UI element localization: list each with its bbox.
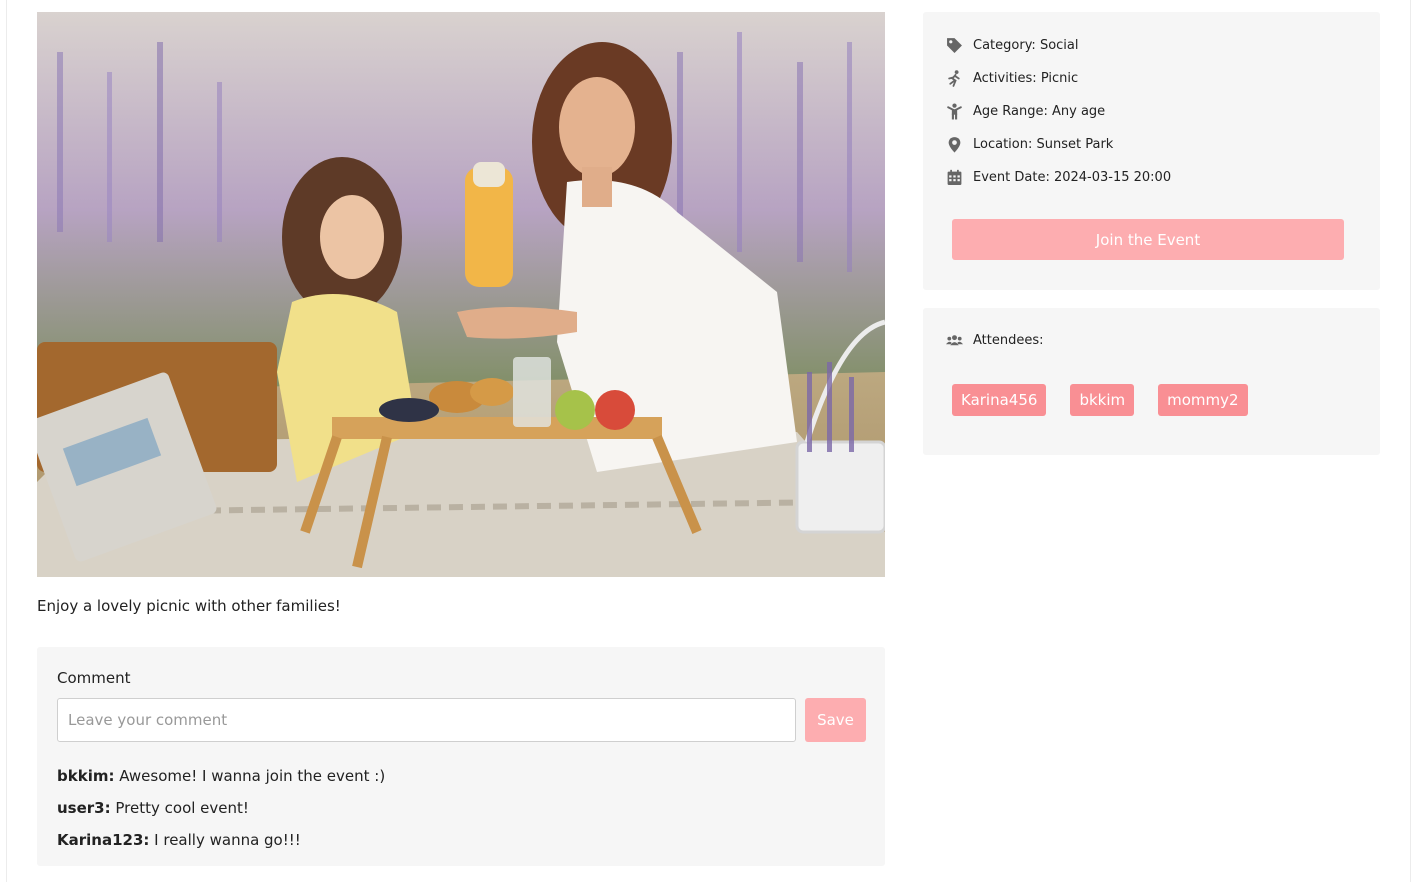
- comment-user: Karina123:: [57, 831, 150, 849]
- attendees-card: Attendees: Karina456 bkkim mommy2: [923, 308, 1380, 455]
- comment-section: Comment Save bkkim: Awesome! I wanna joi…: [37, 647, 885, 866]
- location-text: Location: Sunset Park: [973, 136, 1114, 152]
- comment-item: bkkim: Awesome! I wanna join the event :…: [57, 765, 385, 797]
- info-event-date: Event Date: 2024-03-15 20:00: [946, 167, 1171, 187]
- event-image: [37, 12, 885, 577]
- category-text: Category: Social: [973, 37, 1079, 53]
- comment-user: bkkim:: [57, 767, 115, 785]
- event-info-card: Category: Social Activities: Picnic Age …: [923, 12, 1380, 290]
- comment-text: Awesome! I wanna join the event :): [114, 767, 386, 785]
- info-location: Location: Sunset Park: [946, 134, 1113, 154]
- info-activities: Activities: Picnic: [946, 68, 1078, 88]
- save-button[interactable]: Save: [805, 698, 866, 742]
- tag-icon: [946, 37, 963, 54]
- event-date-text: Event Date: 2024-03-15 20:00: [973, 169, 1172, 185]
- users-icon: [946, 332, 963, 349]
- age-range-text: Age Range: Any age: [973, 103, 1106, 119]
- info-age-range: Age Range: Any age: [946, 101, 1105, 121]
- comment-user: user3:: [57, 799, 111, 817]
- comment-text: Pretty cool event!: [110, 799, 249, 817]
- info-category: Category: Social: [946, 35, 1079, 55]
- activities-text: Activities: Picnic: [973, 70, 1079, 86]
- comment-item: Karina123: I really wanna go!!!: [57, 829, 385, 861]
- join-event-button[interactable]: Join the Event: [952, 219, 1344, 260]
- attendee-tag[interactable]: Karina456: [952, 384, 1047, 416]
- comment-list: bkkim: Awesome! I wanna join the event :…: [57, 765, 385, 861]
- attendees-header: Attendees:: [946, 332, 1044, 349]
- attendee-tag[interactable]: mommy2: [1158, 384, 1248, 416]
- attendee-list: Karina456 bkkim mommy2: [952, 384, 1248, 416]
- map-pin-icon: [946, 136, 963, 153]
- attendees-title: Attendees:: [973, 333, 1044, 348]
- calendar-icon: [946, 169, 963, 186]
- comment-input[interactable]: [57, 698, 796, 742]
- comment-item: user3: Pretty cool event!: [57, 797, 385, 829]
- child-icon: [946, 103, 963, 120]
- comment-text: I really wanna go!!!: [149, 831, 301, 849]
- comment-label: Comment: [57, 669, 131, 687]
- event-description: Enjoy a lovely picnic with other familie…: [37, 597, 341, 615]
- attendee-tag[interactable]: bkkim: [1070, 384, 1135, 416]
- running-icon: [946, 69, 963, 87]
